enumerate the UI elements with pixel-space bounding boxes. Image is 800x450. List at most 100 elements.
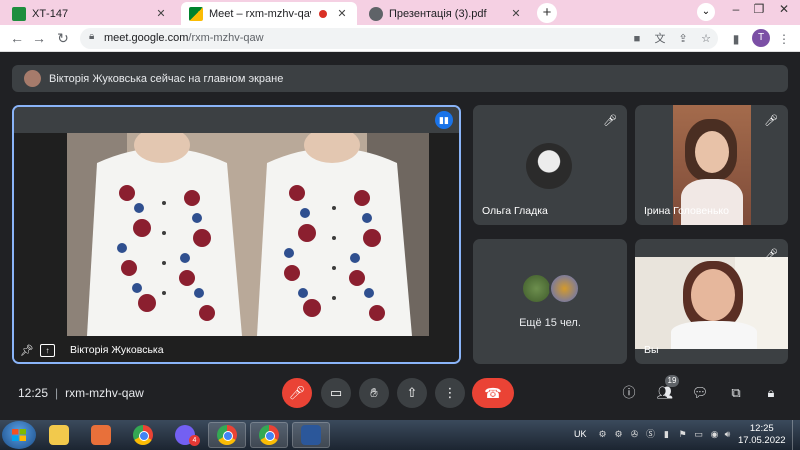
tray-app-icon[interactable]: ⚙	[597, 429, 608, 440]
side-panel-icon[interactable]: ▮	[728, 31, 744, 47]
participant-tile[interactable]: 🎤︎ Ірина Головенько	[635, 105, 788, 225]
chat-icon[interactable]: 💬︎	[691, 384, 709, 402]
notification-badge: 4	[189, 435, 200, 446]
camera-toggle-button[interactable]: ▭	[321, 378, 351, 408]
share-icon[interactable]: ⇪	[676, 32, 690, 46]
self-video	[635, 257, 788, 349]
face-shape	[691, 269, 735, 321]
tab-search-icon[interactable]: ⌄	[697, 3, 715, 21]
embroidered-shirts-image	[67, 133, 429, 336]
lock-icon: 🔒︎	[89, 31, 95, 42]
skype-icon[interactable]: Ⓢ	[645, 429, 656, 440]
url-host: meet.google.com	[104, 32, 189, 44]
browser-toolbar: ← → ↻ 🔒︎ meet.google.com/rxm-mzhv-qaw ■ …	[0, 25, 800, 52]
taskbar-explorer[interactable]	[40, 422, 78, 448]
activities-icon[interactable]: ⧉	[727, 384, 745, 402]
participant-name: Ольга Гладка	[482, 205, 548, 217]
volume-icon[interactable]: 🔊︎	[722, 429, 733, 440]
close-icon[interactable]: ✕	[154, 7, 168, 21]
host-controls-icon[interactable]: 🔒︎	[762, 384, 780, 402]
avatar[interactable]: T	[752, 29, 770, 47]
shirt-shape	[671, 321, 757, 349]
participant-tile[interactable]: 🎤︎ Ольга Гладка	[473, 105, 627, 225]
present-icon: ⇧	[406, 385, 418, 400]
taskbar-viber[interactable]: 4	[166, 422, 204, 448]
language-indicator[interactable]: UK	[574, 429, 587, 439]
forward-icon[interactable]: →	[30, 29, 48, 47]
meet-stage: Вікторія Жуковська сейчас на главном экр…	[0, 53, 800, 420]
tab-title: Презентація (3).pdf	[389, 7, 487, 20]
taskbar-media-player[interactable]	[82, 422, 120, 448]
meet-control-bar: 12:25 | rxm-mzhv-qaw 🎤︎ ▭ ✋︎ ⇧ ⋮ ☎︎ ⓘ 👥︎ 1…	[0, 375, 800, 420]
viber-tray-icon[interactable]: ◉	[709, 429, 720, 440]
chrome-icon	[133, 425, 153, 445]
people-count-badge: 19	[665, 375, 679, 387]
bookmark-star-icon[interactable]: ☆	[699, 32, 713, 46]
chrome-icon	[217, 425, 237, 445]
presentation-icon: ↑	[40, 344, 55, 357]
meet-icon	[189, 6, 203, 21]
more-participants-tile[interactable]: Ещё 15 чел.	[473, 239, 627, 364]
tile-top-bar: ▮▮	[14, 107, 459, 133]
media-player-icon	[91, 425, 111, 445]
restore-icon[interactable]: ❐	[745, 0, 773, 20]
address-bar[interactable]: 🔒︎ meet.google.com/rxm-mzhv-qaw ■ 文 ⇪ ☆	[80, 28, 718, 49]
tab-meet[interactable]: Meet – rxm-mzhv-qaw ✕	[181, 2, 357, 25]
main-video-tile[interactable]: ▮▮ 📌︎ ↑ Вікторія Жуковська	[12, 105, 461, 364]
present-button[interactable]: ⇧	[397, 378, 427, 408]
close-icon[interactable]: ✕	[335, 7, 349, 21]
translate-icon[interactable]: 文	[653, 32, 667, 46]
leave-call-button[interactable]: ☎︎	[472, 378, 514, 408]
meeting-info: 12:25 | rxm-mzhv-qaw	[18, 386, 144, 400]
mic-toggle-button[interactable]: 🎤︎	[282, 378, 312, 408]
meeting-details-icon[interactable]: ⓘ	[620, 384, 638, 402]
avatar	[549, 273, 580, 304]
more-options-button[interactable]: ⋮	[435, 378, 465, 408]
battery-icon[interactable]: ▭	[693, 429, 704, 440]
phone-hangup-icon: ☎︎	[484, 385, 502, 401]
camera-icon[interactable]: ■	[630, 32, 644, 46]
raise-hand-button[interactable]: ✋︎	[359, 378, 389, 408]
back-icon[interactable]: ←	[8, 29, 26, 47]
shared-video	[67, 133, 429, 336]
windows-taskbar: 4 UK ⚙ ⚙ ✇ Ⓢ ▮ ⚑ ▭ ◉ 🔊︎ 12:25 17.05.2022	[0, 420, 800, 450]
screen: ХТ-147 ✕ Meet – rxm-mzhv-qaw ✕ Презентац…	[0, 0, 800, 450]
new-tab-button[interactable]: +	[537, 3, 557, 23]
more-count-label: Ещё 15 чел.	[519, 317, 581, 329]
participant-name: Вікторія Жуковська	[70, 344, 164, 356]
tab-title: Meet – rxm-mzhv-qaw	[209, 7, 311, 20]
pin-icon[interactable]: 📌︎	[20, 344, 34, 357]
close-window-icon[interactable]: ✕	[770, 0, 798, 20]
participant-name: Вы	[644, 344, 659, 356]
globe-icon	[369, 6, 383, 21]
self-tile[interactable]: 🎤︎ Вы	[635, 239, 788, 364]
show-desktop-button[interactable]	[792, 420, 800, 450]
avatar	[24, 70, 41, 87]
tab-title: ХТ-147	[32, 7, 69, 20]
start-button[interactable]	[2, 421, 36, 449]
taskbar-chrome-profile[interactable]	[250, 422, 288, 448]
reload-icon[interactable]: ↻	[54, 29, 72, 47]
clock-time: 12:25	[749, 423, 774, 434]
url-path: /rxm-mzhv-qaw	[188, 32, 264, 44]
face-shape	[695, 131, 729, 173]
tile-bottom-bar: 📌︎ ↑ Вікторія Жуковська	[14, 336, 459, 362]
presenter-banner: Вікторія Жуковська сейчас на главном экр…	[12, 65, 788, 92]
tray-app-icon[interactable]: ⚙	[613, 429, 624, 440]
tab-pdf[interactable]: Презентація (3).pdf ✕	[361, 2, 531, 25]
menu-dots-icon[interactable]: ⋮	[776, 31, 792, 47]
tray-app-icon[interactable]: ✇	[629, 429, 640, 440]
signal-bars-icon[interactable]: ▮	[661, 429, 672, 440]
taskbar-word[interactable]	[292, 422, 330, 448]
system-clock[interactable]: 12:25 17.05.2022	[738, 423, 786, 447]
meeting-time: 12:25	[18, 386, 49, 400]
recording-dot-icon	[319, 9, 327, 18]
flag-icon[interactable]: ⚑	[677, 429, 688, 440]
mic-off-icon: 🎤︎	[764, 249, 778, 261]
close-icon[interactable]: ✕	[509, 7, 523, 21]
taskbar-chrome-active[interactable]	[208, 422, 246, 448]
taskbar-chrome[interactable]	[124, 422, 162, 448]
tab-classroom[interactable]: ХТ-147 ✕	[4, 2, 176, 25]
folder-icon	[49, 425, 69, 445]
participant-name: Ірина Головенько	[644, 205, 729, 217]
